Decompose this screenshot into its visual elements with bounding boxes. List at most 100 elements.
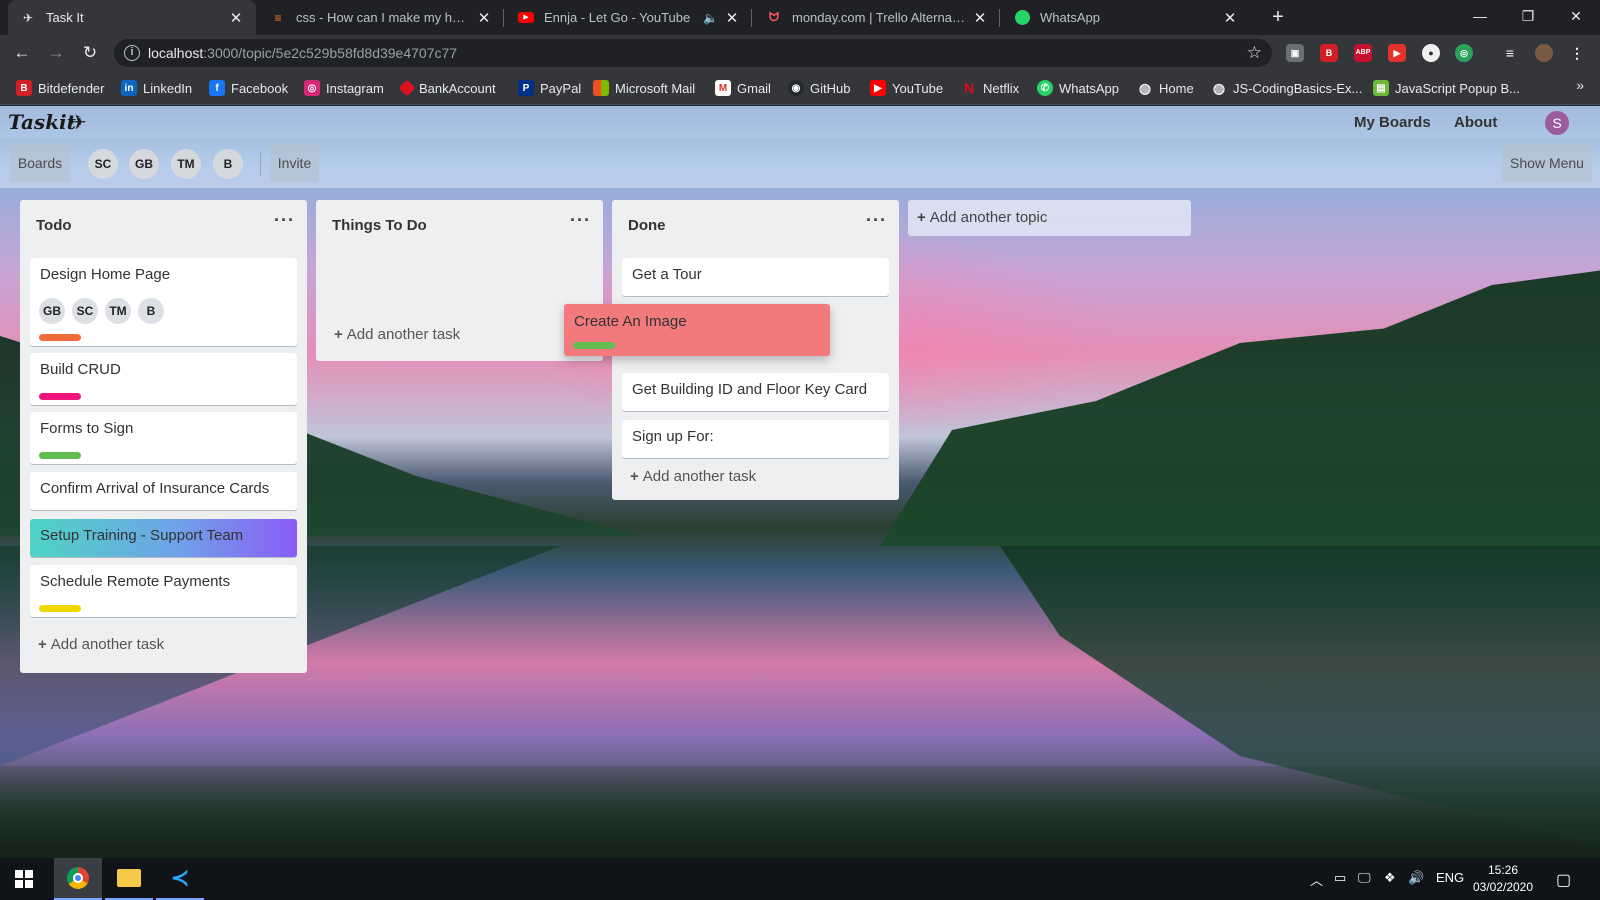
audio-playing-icon[interactable]: 🔈 [703,11,718,25]
card-member-avatar[interactable]: B [138,298,164,324]
plus-icon: + [630,468,639,485]
extension-icon[interactable]: ▣ [1286,44,1304,62]
taskbar-chrome[interactable] [54,858,102,900]
bookmark-github[interactable]: ◉ GitHub [788,79,850,97]
tab-task-it[interactable]: ✈ Task It ✕ [8,0,256,35]
list-title[interactable]: Things To Do [332,217,427,234]
restore-window-button[interactable]: ❐ [1504,0,1552,32]
bookmark-gmail[interactable]: M Gmail [715,79,771,97]
extension-ring-icon[interactable]: ◎ [1455,44,1473,62]
bookmark-bitdefender[interactable]: B Bitdefender [16,79,105,97]
network-icon[interactable]: 🖵 [1358,870,1371,886]
bookmark-netflix[interactable]: N Netflix [961,79,1019,97]
close-tab-icon[interactable]: ✕ [476,9,492,27]
card-get-a-tour[interactable]: Get a Tour [622,258,889,296]
list-title[interactable]: Todo [36,217,72,234]
site-info-icon[interactable]: i [124,45,140,61]
taskbar-vscode[interactable]: ≺ [156,858,204,900]
video-extension-icon[interactable]: ▶ [1388,44,1406,62]
card-build-crud[interactable]: Build CRUD [30,353,297,405]
address-bar[interactable]: i localhost:3000/topic/5e2c529b58fd8d39e… [114,39,1272,67]
card-setup-training[interactable]: Setup Training - Support Team [30,519,297,557]
taskit-logo[interactable]: Taskit [8,110,76,134]
tab-youtube[interactable]: ▶ Ennja - Let Go - YouTube 🔈 ✕ [506,0,752,35]
card-forms-to-sign[interactable]: Forms to Sign [30,412,297,464]
bookmark-facebook[interactable]: f Facebook [209,79,288,97]
browser-menu-icon[interactable]: ⋮ [1568,44,1586,62]
about-link[interactable]: About [1454,114,1497,131]
add-task-button[interactable]: + Add another task [38,636,164,653]
more-bookmarks-icon[interactable]: » [1576,77,1584,93]
card-confirm-insurance[interactable]: Confirm Arrival of Insurance Cards [30,472,297,510]
card-member-avatar[interactable]: GB [39,298,65,324]
card-title: Create An Image [574,313,687,330]
bookmark-instagram[interactable]: ◎ Instagram [304,79,384,97]
tab-whatsapp[interactable]: WhatsApp ✕ [1002,0,1250,35]
member-avatar[interactable]: B [213,149,243,179]
bookmarks-bar: B Bitdefender in LinkedIn f Facebook ◎ Insta… [0,71,1600,105]
add-topic-button[interactable]: + Add another topic [908,200,1191,236]
tab-stackoverflow[interactable]: ≡ css - How can I make my header ✕ [258,0,504,35]
boards-button[interactable]: Boards [10,144,70,182]
close-window-button[interactable]: ✕ [1552,0,1600,32]
card-building-id[interactable]: Get Building ID and Floor Key Card [622,373,889,411]
volume-icon[interactable]: 🔊 [1408,870,1424,886]
adblock-extension-icon[interactable]: ABP [1354,44,1372,62]
list-menu-icon[interactable]: ··· [570,210,591,231]
tab-monday[interactable]: ᗢ monday.com | Trello Alternative ✕ [754,0,1000,35]
bookmark-home[interactable]: ◍ Home [1137,79,1194,97]
close-tab-icon[interactable]: ✕ [228,9,244,27]
card-member-avatar[interactable]: TM [105,298,131,324]
show-menu-button[interactable]: Show Menu [1502,144,1592,182]
bookmark-youtube[interactable]: ▶ YouTube [870,79,943,97]
bitdefender-extension-icon[interactable]: B [1320,44,1338,62]
card-schedule-remote-payments[interactable]: Schedule Remote Payments [30,565,297,617]
invite-button[interactable]: Invite [270,144,319,182]
card-title: Schedule Remote Payments [40,573,231,590]
card-member-avatar[interactable]: SC [72,298,98,324]
bookmark-star-icon[interactable]: ☆ [1247,43,1262,63]
close-tab-icon[interactable]: ✕ [1222,9,1238,27]
url-text[interactable]: localhost:3000/topic/5e2c529b58fd8d39e47… [148,45,457,61]
my-boards-link[interactable]: My Boards [1354,114,1431,131]
add-task-button[interactable]: + Add another task [334,326,460,343]
notifications-icon[interactable]: ▢ [1556,870,1571,890]
globe-icon: ◍ [1138,79,1152,96]
bookmark-bankaccount[interactable]: BankAccount [398,79,496,97]
language-indicator[interactable]: ENG [1436,870,1464,885]
member-avatar[interactable]: TM [171,149,201,179]
clock[interactable]: 15:26 03/02/2020 [1468,862,1538,896]
bookmark-linkedin[interactable]: in LinkedIn [121,79,192,97]
add-task-button[interactable]: + Add another task [630,468,756,485]
user-avatar[interactable]: S [1545,111,1569,135]
card-sign-up-for[interactable]: Sign up For: [622,420,889,458]
bookmark-js-codingbasics[interactable]: ◍ JS-CodingBasics-Ex... [1211,79,1362,97]
list-title[interactable]: Done [628,217,666,234]
back-button[interactable]: ← [10,41,34,65]
member-avatar[interactable]: SC [88,149,118,179]
forward-button[interactable]: → [44,41,68,65]
minimize-window-button[interactable]: — [1456,0,1504,32]
bookmark-javascript-popup[interactable]: ▤ JavaScript Popup B... [1373,79,1520,97]
extension-circle-icon[interactable]: ● [1422,44,1440,62]
start-button[interactable] [0,858,48,900]
show-hidden-icons[interactable]: ︿ [1310,870,1323,889]
new-tab-button[interactable]: + [1266,5,1290,29]
dropbox-icon[interactable]: ❖ [1384,870,1396,886]
list-menu-icon[interactable]: ··· [274,210,295,231]
list-menu-icon[interactable]: ··· [866,210,887,231]
bookmark-paypal[interactable]: P PayPal [518,79,581,97]
card-title: Confirm Arrival of Insurance Cards [40,480,270,497]
member-avatar[interactable]: GB [129,149,159,179]
bookmark-whatsapp[interactable]: ✆ WhatsApp [1037,79,1119,97]
bookmark-microsoft-mail[interactable]: Microsoft Mail [593,79,695,97]
reload-button[interactable]: ↻ [78,41,102,65]
dragging-card-create-an-image[interactable]: Create An Image [564,304,830,356]
media-control-icon[interactable]: ≡ [1501,44,1519,62]
close-tab-icon[interactable]: ✕ [972,9,988,27]
profile-avatar-icon[interactable] [1535,44,1553,62]
battery-icon[interactable]: ▭ [1334,870,1346,886]
close-tab-icon[interactable]: ✕ [724,9,740,27]
card-design-home-page[interactable]: Design Home Page GB SC TM B [30,258,297,346]
taskbar-file-explorer[interactable] [105,858,153,900]
